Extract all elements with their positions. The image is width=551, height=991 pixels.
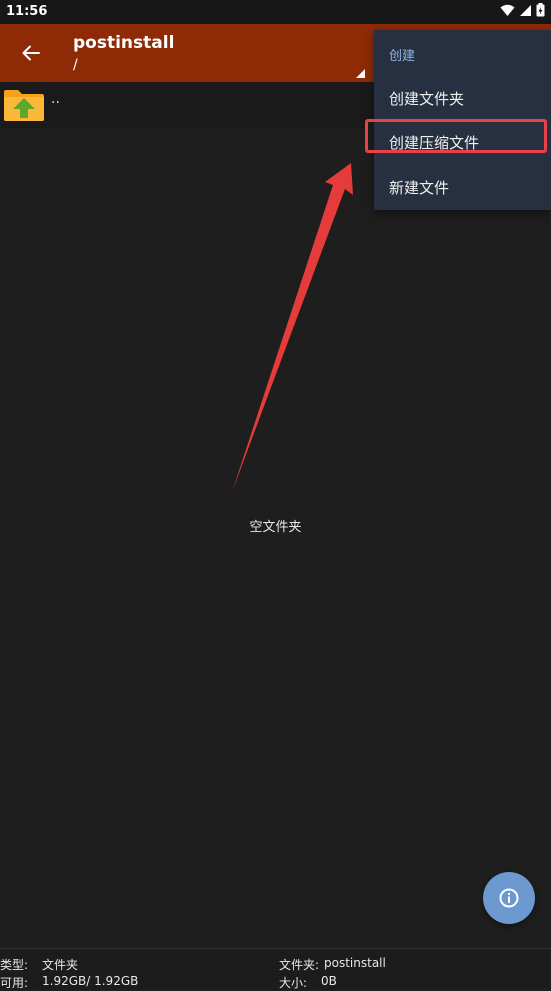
size-label: 大小: xyxy=(279,976,308,990)
file-name: .. xyxy=(51,91,60,107)
empty-folder-message: 空文件夹 xyxy=(249,520,302,535)
info-bar: 类型: 文件夹 可用: 1.92GB/ 1.92GB 文件夹: postinst… xyxy=(0,948,551,990)
menu-item-create-folder[interactable]: 创建文件夹 xyxy=(374,78,551,118)
size-value: 0B xyxy=(321,974,337,988)
status-time: 11:56 xyxy=(6,4,48,19)
folder-up-icon xyxy=(4,90,44,121)
type-label: 类型: xyxy=(0,958,29,972)
menu-item-label: 创建文件夹 xyxy=(389,90,465,108)
folder-label: 文件夹: xyxy=(279,958,320,972)
menu-item-label: 新建文件 xyxy=(389,179,450,197)
back-arrow-icon xyxy=(22,45,40,61)
dropdown-corner-icon xyxy=(356,69,365,78)
back-button[interactable] xyxy=(14,36,48,70)
signal-icon xyxy=(520,4,531,16)
info-fab-button[interactable] xyxy=(483,872,535,924)
toolbar-title: postinstall xyxy=(73,33,175,53)
available-label: 可用: xyxy=(0,976,29,990)
type-value: 文件夹 xyxy=(42,958,79,972)
folder-value: postinstall xyxy=(324,956,386,970)
wifi-icon xyxy=(500,4,515,16)
info-icon xyxy=(499,888,519,908)
battery-icon xyxy=(536,3,545,17)
toolbar-path[interactable]: / xyxy=(73,57,78,73)
highlight-box xyxy=(365,119,547,153)
status-bar: 11:56 xyxy=(0,0,551,24)
menu-item-new-file[interactable]: 新建文件 xyxy=(374,167,551,207)
available-value: 1.92GB/ 1.92GB xyxy=(42,974,139,988)
status-icons xyxy=(500,3,545,17)
menu-header: 创建 xyxy=(389,49,416,64)
